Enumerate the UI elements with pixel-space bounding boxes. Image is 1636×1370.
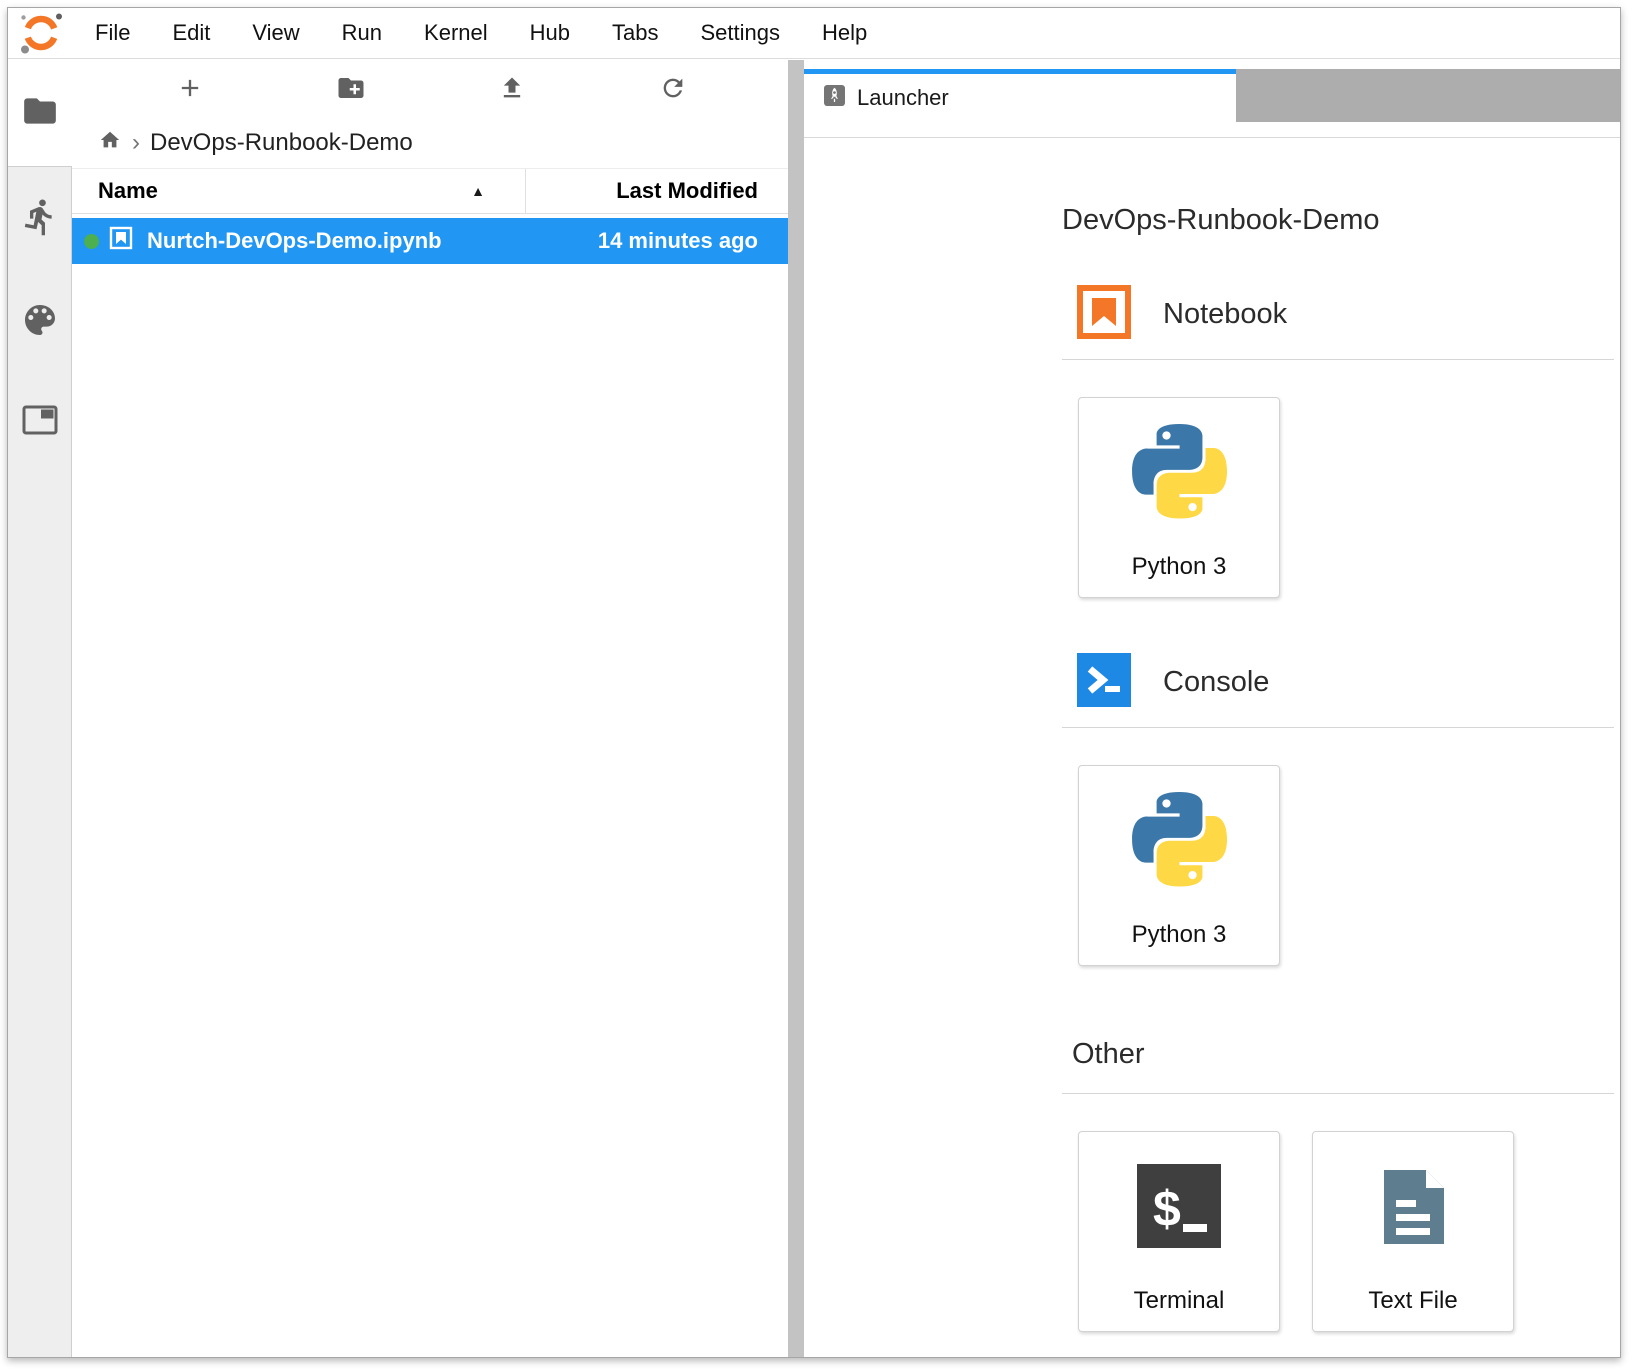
breadcrumb-current-folder[interactable]: DevOps-Runbook-Demo: [150, 129, 413, 157]
breadcrumb-separator: ›: [132, 129, 140, 157]
card-label: Text File: [1368, 1287, 1457, 1315]
main-area: Launcher DevOps-Runbook-Demo Notebook: [804, 60, 1620, 1357]
kernel-running-dot-icon: [84, 234, 99, 249]
column-name-label: Name: [98, 178, 158, 204]
new-launcher-button[interactable]: [175, 75, 205, 105]
file-browser-toolbar: [72, 60, 788, 120]
terminal-icon: $: [1137, 1164, 1221, 1253]
section-header-other: Other: [1062, 1036, 1614, 1072]
python-logo-icon: [1132, 792, 1227, 892]
file-modified: 14 minutes ago: [598, 228, 788, 254]
tab-launcher-label: Launcher: [857, 85, 949, 111]
menu-tabs[interactable]: Tabs: [591, 8, 679, 58]
launcher-body: DevOps-Runbook-Demo Notebook: [804, 138, 1620, 1357]
launcher-rocket-icon: [824, 85, 845, 111]
sidebar-inactive-tabs: [8, 166, 72, 1357]
refresh-button[interactable]: [658, 75, 688, 105]
jupyterlab-window: File Edit View Run Kernel Hub Tabs Setti…: [7, 7, 1621, 1358]
section-label-notebook: Notebook: [1163, 298, 1287, 331]
menu-help[interactable]: Help: [801, 8, 888, 58]
tab-launcher[interactable]: Launcher: [804, 69, 1236, 122]
upload-button[interactable]: [497, 75, 527, 105]
console-icon: [1077, 653, 1131, 712]
menu-edit[interactable]: Edit: [151, 8, 231, 58]
menu-view[interactable]: View: [231, 8, 320, 58]
section-header-notebook: Notebook: [1062, 286, 1614, 342]
menu-run[interactable]: Run: [321, 8, 403, 58]
breadcrumb: › DevOps-Runbook-Demo: [72, 120, 788, 166]
sidebar-tab-commands[interactable]: [20, 300, 60, 345]
section-divider: [1062, 1093, 1614, 1094]
menu-hub[interactable]: Hub: [509, 8, 591, 58]
file-row-selected[interactable]: Nurtch-DevOps-Demo.ipynb 14 minutes ago: [72, 218, 788, 264]
file-name: Nurtch-DevOps-Demo.ipynb: [147, 228, 442, 254]
file-browser-panel: › DevOps-Runbook-Demo Name ▲ Last Modifi…: [72, 60, 788, 1357]
running-man-icon: [20, 224, 60, 241]
plus-icon: [176, 74, 204, 107]
notebook-icon: [1077, 285, 1131, 344]
section-divider: [1062, 359, 1614, 360]
tabs-icon: [21, 424, 59, 441]
console-cards: Python 3: [1062, 765, 1614, 966]
sidebar-tab-files[interactable]: [8, 60, 72, 166]
upload-icon: [498, 74, 526, 107]
text-file-icon: [1370, 1164, 1456, 1255]
section-header-console: Console: [1062, 654, 1614, 710]
caret-up-icon: ▲: [471, 183, 485, 199]
sidebar-tab-open-tabs[interactable]: [21, 403, 59, 442]
new-folder-button[interactable]: [336, 75, 366, 105]
main-tab-bar: Launcher: [804, 69, 1620, 122]
column-header-name[interactable]: Name ▲: [72, 178, 525, 204]
folder-icon: [21, 92, 59, 135]
other-cards: $ Terminal: [1062, 1131, 1614, 1332]
jupyter-logo-icon: [18, 12, 64, 54]
palette-icon: [20, 327, 60, 344]
launcher-card-text-file[interactable]: Text File: [1312, 1131, 1514, 1332]
column-header-modified[interactable]: Last Modified: [525, 169, 788, 213]
file-list-header: Name ▲ Last Modified: [72, 168, 788, 214]
sidebar-tab-running[interactable]: [20, 197, 60, 242]
launcher-cwd-title: DevOps-Runbook-Demo: [1062, 202, 1614, 238]
launcher-card-terminal[interactable]: $ Terminal: [1078, 1131, 1280, 1332]
refresh-icon: [659, 74, 687, 107]
menu-bar: File Edit View Run Kernel Hub Tabs Setti…: [8, 8, 1620, 59]
svg-text:$: $: [1153, 1181, 1181, 1237]
dock-area: › DevOps-Runbook-Demo Name ▲ Last Modifi…: [8, 60, 1620, 1357]
launcher-card-notebook-python3[interactable]: Python 3: [1078, 397, 1280, 598]
menu-settings[interactable]: Settings: [679, 8, 801, 58]
menu-file[interactable]: File: [74, 8, 151, 58]
panel-splitter-handle[interactable]: [788, 60, 804, 1357]
python-logo-icon: [1132, 424, 1227, 524]
section-label-console: Console: [1163, 666, 1269, 699]
column-modified-label: Last Modified: [616, 178, 758, 204]
card-label: Terminal: [1134, 1287, 1225, 1315]
section-divider: [1062, 727, 1614, 728]
launcher-card-console-python3[interactable]: Python 3: [1078, 765, 1280, 966]
activity-sidebar: [8, 60, 72, 1357]
section-label-other: Other: [1072, 1038, 1145, 1071]
notebook-cards: Python 3: [1062, 397, 1614, 598]
new-folder-icon: [336, 73, 366, 108]
menu-kernel[interactable]: Kernel: [403, 8, 509, 58]
card-label: Python 3: [1132, 553, 1227, 581]
card-label: Python 3: [1132, 921, 1227, 949]
home-icon[interactable]: [98, 129, 122, 158]
notebook-icon: [109, 226, 133, 256]
